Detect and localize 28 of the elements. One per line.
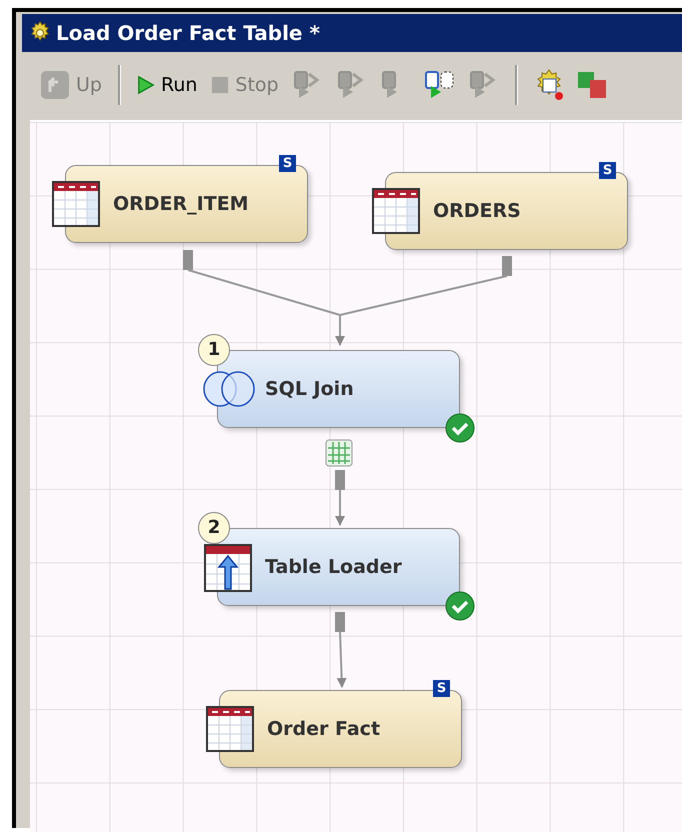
node-label: Table Loader bbox=[265, 556, 402, 578]
table-upload-icon bbox=[204, 544, 252, 592]
connector-arrow bbox=[335, 315, 345, 346]
connector-arrow bbox=[335, 490, 345, 526]
up-icon bbox=[40, 70, 70, 100]
stop-icon bbox=[211, 76, 230, 94]
toolbar-button[interactable]: Run bbox=[132, 72, 202, 98]
venn-icon bbox=[202, 370, 256, 408]
port-handle[interactable] bbox=[335, 612, 345, 632]
node-label: ORDER_ITEM bbox=[113, 193, 249, 215]
connector-arrow bbox=[336, 632, 347, 688]
badge: S bbox=[279, 155, 296, 172]
node-label: ORDERS bbox=[433, 200, 521, 222]
step-number: 2 bbox=[198, 512, 230, 544]
table-icon bbox=[206, 706, 254, 752]
node-label: SQL Join bbox=[265, 378, 354, 400]
port-handle[interactable] bbox=[335, 470, 345, 490]
badge: S bbox=[599, 162, 616, 179]
step-number: 1 bbox=[198, 334, 230, 366]
window-title: Load Order Fact Table * bbox=[56, 21, 320, 45]
table-icon bbox=[372, 188, 420, 234]
badge: S bbox=[433, 680, 450, 697]
node-label: Order Fact bbox=[267, 718, 380, 740]
port-handle[interactable] bbox=[183, 250, 193, 270]
table-icon[interactable] bbox=[326, 440, 352, 466]
table-icon bbox=[52, 181, 100, 227]
port-handle[interactable] bbox=[502, 256, 512, 276]
play-icon bbox=[136, 75, 155, 95]
